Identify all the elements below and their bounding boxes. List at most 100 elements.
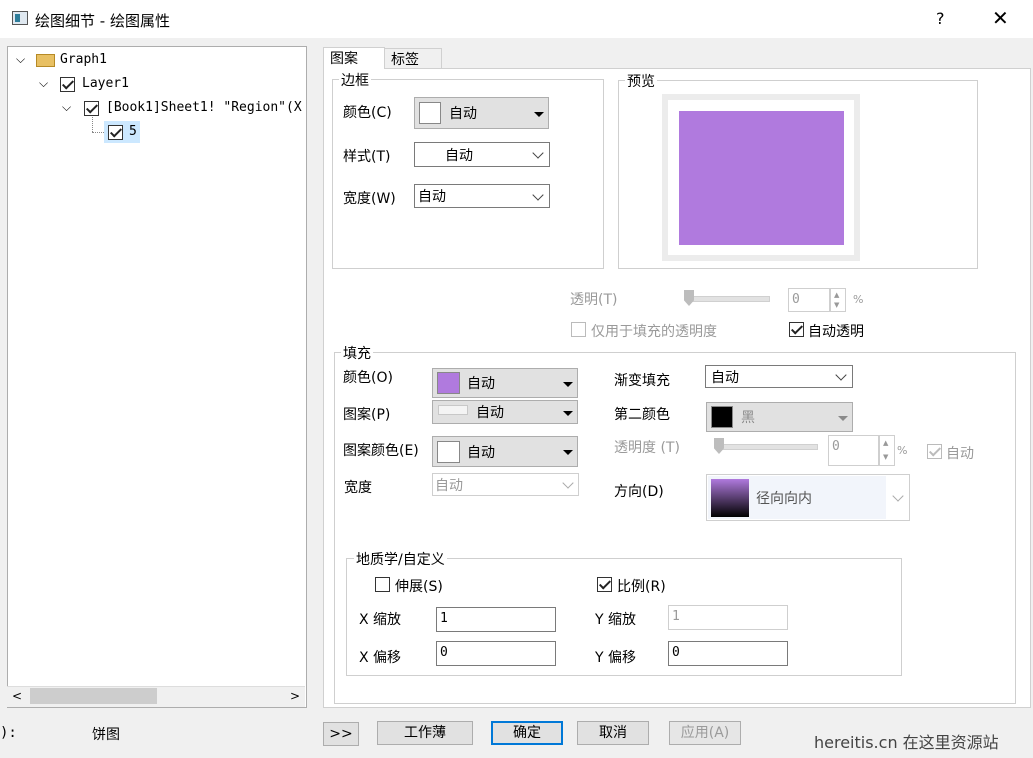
x-offset-label: X 偏移 — [359, 650, 402, 666]
scroll-right-icon[interactable]: > — [290, 689, 300, 703]
plot-type-label: ): — [0, 725, 17, 741]
point-checkbox[interactable] — [108, 125, 123, 140]
gradient-value: 自动 — [711, 369, 739, 386]
app-icon — [12, 11, 28, 25]
tree-item-plot[interactable]: [Book1]Sheet1! "Region"(X — [106, 100, 302, 115]
fill-transparency-unit: % — [897, 444, 908, 457]
fill-color-select[interactable]: 自动 — [432, 368, 578, 398]
help-button[interactable]: ? — [936, 9, 945, 28]
y-offset-label: Y 偏移 — [595, 650, 637, 666]
border-color-select[interactable]: 自动 — [414, 97, 549, 129]
spin-down-icon[interactable]: ▼ — [883, 453, 888, 461]
scale-label: 比例(R) — [617, 579, 666, 595]
fill-pattern-value: 自动 — [476, 405, 504, 421]
transparency-label: 透明(T) — [570, 292, 618, 308]
fill-width-value: 自动 — [435, 477, 463, 494]
spin-up-icon[interactable]: ▲ — [834, 291, 839, 299]
chevron-down-icon[interactable]: ⌵ — [39, 76, 48, 91]
ok-button[interactable]: 确定 — [491, 721, 563, 745]
tab-labels[interactable]: 标签 — [384, 48, 442, 68]
plot-checkbox[interactable] — [84, 101, 99, 116]
tree-connector — [92, 117, 94, 132]
window-title: 绘图细节 - 绘图属性 — [35, 12, 170, 30]
second-color-label: 第二颜色 — [614, 407, 670, 423]
y-offset-input[interactable]: 0 — [668, 641, 788, 666]
border-width-select[interactable]: 自动 — [414, 184, 550, 208]
chevron-down-icon[interactable]: ⌵ — [16, 52, 25, 67]
auto-transparency-checkbox[interactable] — [789, 322, 804, 337]
y-zoom-input[interactable]: 1 — [668, 605, 788, 630]
border-color-value: 自动 — [449, 106, 477, 122]
chevron-down-icon — [562, 477, 574, 489]
tree-connector — [92, 132, 104, 134]
tree-item-layer[interactable]: Layer1 — [82, 76, 129, 91]
spin-down-icon[interactable]: ▼ — [834, 301, 839, 309]
chevron-down-icon — [532, 189, 544, 201]
fill-width-select[interactable]: 自动 — [432, 473, 579, 496]
pattern-color-label: 图案颜色(E) — [343, 443, 419, 459]
pattern-swatch — [438, 405, 468, 415]
folder-icon — [36, 54, 55, 67]
fill-pattern-label: 图案(P) — [343, 407, 391, 423]
layer-checkbox[interactable] — [60, 77, 75, 92]
stretch-label: 伸展(S) — [395, 579, 443, 595]
fill-only-label: 仅用于填充的透明度 — [591, 324, 717, 340]
direction-label: 方向(D) — [614, 484, 664, 500]
scrollbar-thumb[interactable] — [30, 688, 157, 704]
pattern-color-select[interactable]: 自动 — [432, 436, 578, 467]
second-color-value: 黑 — [741, 410, 755, 426]
auto-transparency-label: 自动透明 — [808, 324, 864, 340]
workbook-button[interactable]: 工作薄 — [377, 721, 473, 745]
gradient-label: 渐变填充 — [614, 373, 670, 389]
transparency-slider[interactable] — [686, 296, 770, 302]
x-zoom-input[interactable]: 1 — [436, 607, 556, 632]
gradient-select[interactable]: 自动 — [705, 365, 853, 388]
fill-transparency-slider[interactable] — [716, 444, 818, 450]
expand-button[interactable]: >> — [323, 722, 359, 746]
cancel-button[interactable]: 取消 — [577, 721, 649, 745]
fill-transparency-input[interactable]: 0 — [828, 435, 879, 466]
fill-color-swatch — [437, 372, 460, 394]
fill-transparency-label: 透明度 (T) — [614, 440, 680, 456]
scroll-left-icon[interactable]: < — [12, 689, 22, 703]
scale-checkbox[interactable] — [597, 577, 612, 592]
chevron-down-icon[interactable]: ⌵ — [62, 100, 71, 115]
chevron-down-icon — [532, 147, 544, 159]
transparency-unit: % — [853, 293, 864, 306]
direction-select[interactable]: 径向向内 — [706, 474, 910, 521]
stretch-checkbox[interactable] — [375, 577, 390, 592]
border-color-label: 颜色(C) — [343, 105, 392, 121]
y-zoom-label: Y 缩放 — [595, 612, 637, 628]
fill-only-checkbox[interactable] — [571, 322, 586, 337]
tree-item-graph[interactable]: Graph1 — [60, 52, 107, 67]
apply-button[interactable]: 应用(A) — [669, 721, 741, 745]
dropdown-arrow-icon — [563, 411, 573, 416]
tree-view[interactable]: ⌵ Graph1 ⌵ Layer1 ⌵ [Book1]Sheet1! "Regi… — [7, 46, 307, 708]
gradient-direction-icon — [711, 479, 749, 517]
fill-color-label: 颜色(O) — [343, 370, 393, 386]
border-style-select[interactable]: 自动 — [414, 142, 550, 167]
fill-pattern-select[interactable]: 自动 — [432, 400, 578, 424]
border-width-value: 自动 — [418, 189, 446, 205]
tab-pattern[interactable]: 图案 — [323, 47, 385, 69]
fill-auto-label: 自动 — [946, 446, 974, 462]
watermark: hereitis.cn 在这里资源站 — [814, 733, 999, 752]
pattern-color-value: 自动 — [467, 444, 495, 461]
fill-width-label: 宽度 — [344, 480, 372, 496]
border-group-title: 边框 — [339, 70, 371, 90]
tree-item-point[interactable]: 5 — [129, 124, 137, 139]
color-swatch — [419, 102, 441, 124]
fill-transparency-spinner[interactable]: ▲ ▼ — [879, 435, 895, 466]
chevron-down-icon — [892, 490, 904, 502]
close-button[interactable]: ✕ — [992, 6, 1009, 30]
dropdown-arrow-icon — [563, 450, 573, 455]
geology-group-title: 地质学/自定义 — [354, 549, 447, 569]
second-color-select[interactable]: 黑 — [706, 402, 853, 432]
transparency-spinner[interactable]: ▲ ▼ — [830, 288, 846, 312]
spin-up-icon[interactable]: ▲ — [883, 439, 888, 447]
fill-color-value: 自动 — [467, 376, 495, 392]
x-offset-input[interactable]: 0 — [436, 641, 556, 666]
fill-auto-checkbox[interactable] — [927, 444, 942, 459]
dropdown-arrow-icon — [838, 416, 848, 421]
transparency-input[interactable]: 0 — [788, 288, 830, 312]
